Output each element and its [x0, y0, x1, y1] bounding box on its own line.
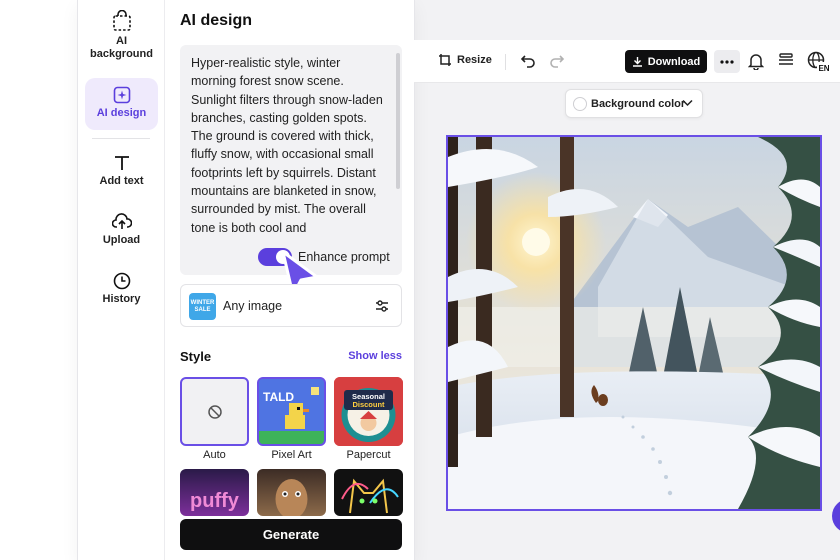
prompt-textarea[interactable]: Hyper-realistic style, winter morning fo…: [191, 54, 387, 236]
chevron-down-icon: [682, 99, 693, 107]
upload-icon: [111, 213, 132, 229]
puffy-preview: puffy: [190, 490, 240, 512]
design-canvas[interactable]: [446, 135, 822, 511]
prompt-scrollbar[interactable]: [396, 53, 400, 189]
show-less-link[interactable]: Show less: [348, 350, 402, 362]
ai-design-icon: [113, 86, 130, 104]
style-tile-neon[interactable]: [334, 469, 403, 516]
prompt-box: Hyper-realistic style, winter morning fo…: [180, 45, 402, 297]
style-tile-puffy[interactable]: puffy: [180, 469, 249, 516]
download-button[interactable]: Download: [625, 50, 707, 73]
download-label: Download: [647, 55, 701, 68]
more-horizontal-icon: [720, 59, 734, 64]
assistant-fab[interactable]: [832, 499, 840, 533]
globe-icon: EN: [807, 51, 831, 73]
rail-item-label: Upload: [102, 234, 141, 246]
style-heading: Style: [180, 349, 212, 364]
top-toolbar: Resize Download EN: [414, 40, 840, 83]
rail-item-upload[interactable]: Upload: [85, 213, 158, 253]
left-margin: [0, 0, 80, 560]
background-color-dropdown[interactable]: Background color: [565, 89, 703, 118]
resize-button[interactable]: Resize: [438, 53, 492, 67]
tool-rail: AI background AI design Add text Upload …: [78, 0, 165, 560]
style-label: Papercut: [346, 449, 391, 461]
download-icon: [632, 57, 642, 67]
resize-label: Resize: [457, 54, 492, 66]
rail-item-label: AI background: [90, 35, 153, 60]
editor-panel: AI background AI design Add text Upload …: [78, 0, 414, 560]
reference-thumbnail: WINTER SALE: [189, 293, 216, 320]
rail-item-label: History: [102, 293, 141, 305]
rail-item-history[interactable]: History: [85, 272, 158, 312]
resize-icon: [439, 54, 451, 66]
thumbnail-text: WINTER SALE: [190, 299, 215, 313]
neon-preview: [341, 478, 399, 514]
papercut-subtitle-text: Discount: [352, 400, 385, 409]
layers-icon[interactable]: [778, 52, 794, 68]
no-style-icon: [207, 404, 222, 419]
style-tile-clay[interactable]: [257, 469, 326, 516]
settings-sliders-icon[interactable]: [375, 299, 389, 313]
rail-item-ai-design[interactable]: AI design: [85, 78, 158, 130]
language-badge: EN: [818, 64, 829, 73]
ai-design-sidebar: AI design Hyper-realistic style, winter …: [180, 0, 403, 560]
pixel-title-text: TALD: [263, 390, 294, 404]
style-tile-pixel-art[interactable]: TALD: [257, 377, 326, 446]
more-options-button[interactable]: [714, 50, 740, 73]
text-icon: [114, 156, 129, 170]
pixel-art-preview: TALD: [259, 379, 324, 444]
rail-item-add-text[interactable]: Add text: [85, 154, 158, 194]
rail-item-ai-background[interactable]: AI background: [85, 10, 158, 66]
rail-item-label: Add text: [99, 175, 144, 187]
ai-background-icon: [112, 10, 131, 31]
clay-preview: [275, 479, 308, 516]
background-color-label: Background color: [591, 98, 686, 110]
toolbar-divider: [505, 54, 506, 70]
style-tile-papercut[interactable]: Seasonal Discount: [334, 377, 403, 446]
undo-icon[interactable]: [520, 53, 536, 69]
clock-icon: [113, 272, 130, 290]
reference-label: Any image: [223, 299, 283, 313]
panel-title: AI design: [180, 12, 253, 29]
rail-item-label: AI design: [96, 107, 147, 119]
redo-icon[interactable]: [549, 53, 565, 69]
puffy-text: puffy: [190, 490, 240, 512]
bell-icon[interactable]: [748, 52, 764, 70]
reference-image-selector[interactable]: WINTER SALE Any image: [180, 284, 402, 327]
papercut-preview: Seasonal Discount: [334, 377, 403, 446]
style-tile-auto[interactable]: [180, 377, 249, 446]
style-label: Auto: [203, 449, 226, 461]
winter-forest-image: [448, 137, 820, 509]
rail-divider: [92, 138, 150, 139]
style-label: Pixel Art: [271, 449, 312, 461]
language-button[interactable]: EN: [807, 51, 831, 78]
generate-button[interactable]: Generate: [180, 519, 402, 550]
enhance-prompt-control[interactable]: Enhance prompt: [258, 248, 390, 266]
color-swatch: [573, 97, 587, 111]
